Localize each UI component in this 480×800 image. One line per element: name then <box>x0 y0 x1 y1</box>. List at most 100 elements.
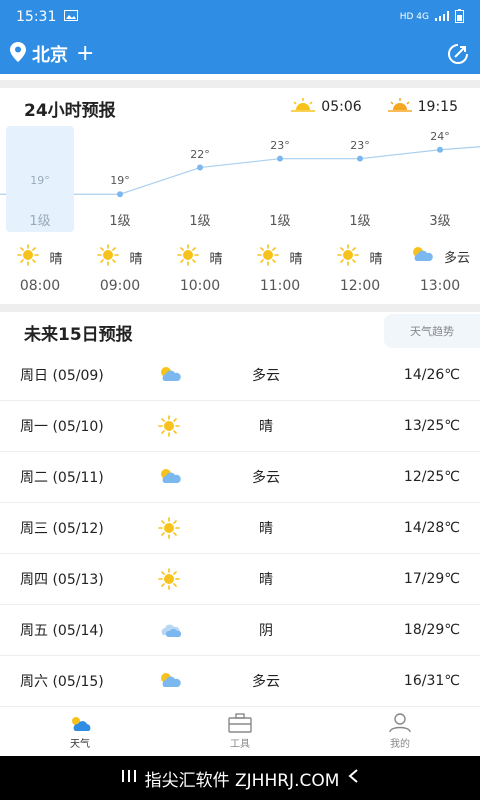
day-date: 周日 (05/09) <box>20 368 104 384</box>
weather-trend-button[interactable]: 天气趋势 <box>384 314 480 348</box>
sun-icon <box>337 244 360 270</box>
recent-apps-icon[interactable] <box>121 768 137 788</box>
hour-temp: 23° <box>350 138 370 152</box>
forecast-24h-title: 24小时预报 <box>24 101 116 121</box>
sun-icon <box>177 244 200 270</box>
system-nav-bar: 指尖汇软件 ZJHHRJ.COM <box>0 756 480 800</box>
hour-weather: 晴 <box>160 244 240 270</box>
hour-cond: 晴 <box>289 251 303 267</box>
hour-cond: 晴 <box>49 251 63 267</box>
hour-column[interactable]: 22° 1级 晴 10:00 <box>160 126 240 298</box>
status-bar: 15:31 HD 4G <box>0 0 480 34</box>
day-row[interactable]: 周五 (05/14) 阴 18/29℃ <box>0 605 480 656</box>
hour-wind: 1级 <box>109 214 131 229</box>
overcast-icon <box>158 619 182 641</box>
hour-wind: 1级 <box>189 214 211 229</box>
nav-tab-label: 我的 <box>390 739 410 750</box>
sun-icon <box>257 244 280 270</box>
day-row[interactable]: 周四 (05/13) 晴 17/29℃ <box>0 554 480 605</box>
hour-wind: 3级 <box>429 214 451 229</box>
share-icon[interactable] <box>446 42 470 66</box>
hour-temp: 19° <box>110 174 130 188</box>
day-temp-range: 16/31℃ <box>403 673 460 689</box>
hour-weather: 晴 <box>0 244 80 270</box>
sun-icon <box>97 244 120 270</box>
day-row[interactable]: 周三 (05/12) 晴 14/28℃ <box>0 503 480 554</box>
hour-cond: 晴 <box>129 251 143 267</box>
day-cond: 阴 <box>259 623 273 639</box>
battery-icon <box>455 8 464 26</box>
hour-column[interactable]: 23° 1级 晴 12:00 <box>320 126 400 298</box>
location-pin-icon[interactable] <box>10 42 26 66</box>
forecast-15d-title: 未来15日预报 <box>24 325 133 345</box>
gallery-icon <box>64 9 79 25</box>
hour-column[interactable]: 19° 1级 晴 08:00 <box>0 126 80 298</box>
hour-cond: 晴 <box>209 251 223 267</box>
nav-tab[interactable]: 天气 <box>40 713 120 750</box>
forecast-24h-card: 24小时预报 05:06 19:15 19° 1级 晴 08:00 19° 1级… <box>0 88 480 304</box>
nav-tab[interactable]: 我的 <box>360 713 440 750</box>
hour-wind: 1级 <box>349 214 371 229</box>
cloudy-icon <box>158 670 182 692</box>
profile-icon <box>360 713 440 733</box>
hour-time: 09:00 <box>99 278 141 294</box>
sun-icon <box>17 244 40 270</box>
day-temp-range: 13/25℃ <box>403 418 460 434</box>
hour-wind: 1级 <box>269 214 291 229</box>
day-cond: 多云 <box>252 470 280 486</box>
hourly-scroller[interactable]: 19° 1级 晴 08:00 19° 1级 晴 09:00 22° 1级 晴 1… <box>0 126 480 298</box>
day-date: 周一 (05/10) <box>20 419 104 435</box>
toolbox-icon <box>200 713 280 733</box>
hour-time: 13:00 <box>419 278 461 294</box>
day-date: 周四 (05/13) <box>20 572 104 588</box>
day-row[interactable]: 周二 (05/11) 多云 12/25℃ <box>0 452 480 503</box>
hour-time: 11:00 <box>259 278 301 294</box>
day-date: 周二 (05/11) <box>20 470 104 486</box>
hour-temp: 24° <box>430 129 450 143</box>
sunrise-time: 05:06 <box>321 99 362 115</box>
status-time: 15:31 <box>16 9 57 25</box>
sun-icon <box>158 415 182 437</box>
day-cond: 多云 <box>252 368 280 384</box>
app-bar: 北京 + <box>0 34 480 74</box>
day-date: 周三 (05/12) <box>20 521 104 537</box>
sunset-time: 19:15 <box>417 99 458 115</box>
day-temp-range: 18/29℃ <box>403 622 460 638</box>
divider <box>0 304 480 312</box>
divider <box>0 80 480 88</box>
day-date: 周五 (05/14) <box>20 623 104 639</box>
day-cond: 晴 <box>259 419 273 435</box>
day-temp-range: 14/28℃ <box>403 520 460 536</box>
nav-tab[interactable]: 工具 <box>200 713 280 750</box>
city-name[interactable]: 北京 <box>32 41 68 67</box>
cloudy-icon <box>410 244 434 268</box>
back-icon[interactable] <box>347 768 359 789</box>
watermark-text: 指尖汇软件 ZJHHRJ.COM <box>144 770 340 791</box>
hour-column[interactable]: 23° 1级 晴 11:00 <box>240 126 320 298</box>
sunset-icon <box>387 98 412 116</box>
cloudy-icon <box>158 364 182 386</box>
signal-icon <box>435 10 449 24</box>
day-row[interactable]: 周一 (05/10) 晴 13/25℃ <box>0 401 480 452</box>
nav-tab-label: 工具 <box>230 739 250 750</box>
hour-weather: 晴 <box>240 244 320 270</box>
hour-time: 12:00 <box>339 278 381 294</box>
bottom-nav: 天气 工具 我的 <box>0 706 480 756</box>
hour-time: 08:00 <box>19 278 61 294</box>
day-row[interactable]: 周日 (05/09) 多云 14/26℃ <box>0 350 480 401</box>
day-cond: 晴 <box>259 521 273 537</box>
hour-column[interactable]: 24° 3级 多云 13:00 <box>400 126 480 298</box>
network-indicators: HD 4G <box>399 12 429 22</box>
add-city-button[interactable]: + <box>76 43 94 65</box>
nav-tab-label: 天气 <box>70 739 90 750</box>
day-temp-range: 17/29℃ <box>403 571 460 587</box>
day-row[interactable]: 周六 (05/15) 多云 16/31℃ <box>0 656 480 707</box>
weather-tab-icon <box>40 713 120 733</box>
hour-weather: 多云 <box>400 244 480 268</box>
hour-weather: 晴 <box>320 244 400 270</box>
hour-temp: 22° <box>190 147 210 161</box>
day-temp-range: 14/26℃ <box>403 367 460 383</box>
hour-column[interactable]: 19° 1级 晴 09:00 <box>80 126 160 298</box>
hour-wind: 1级 <box>29 214 51 229</box>
cloudy-icon <box>158 466 182 488</box>
